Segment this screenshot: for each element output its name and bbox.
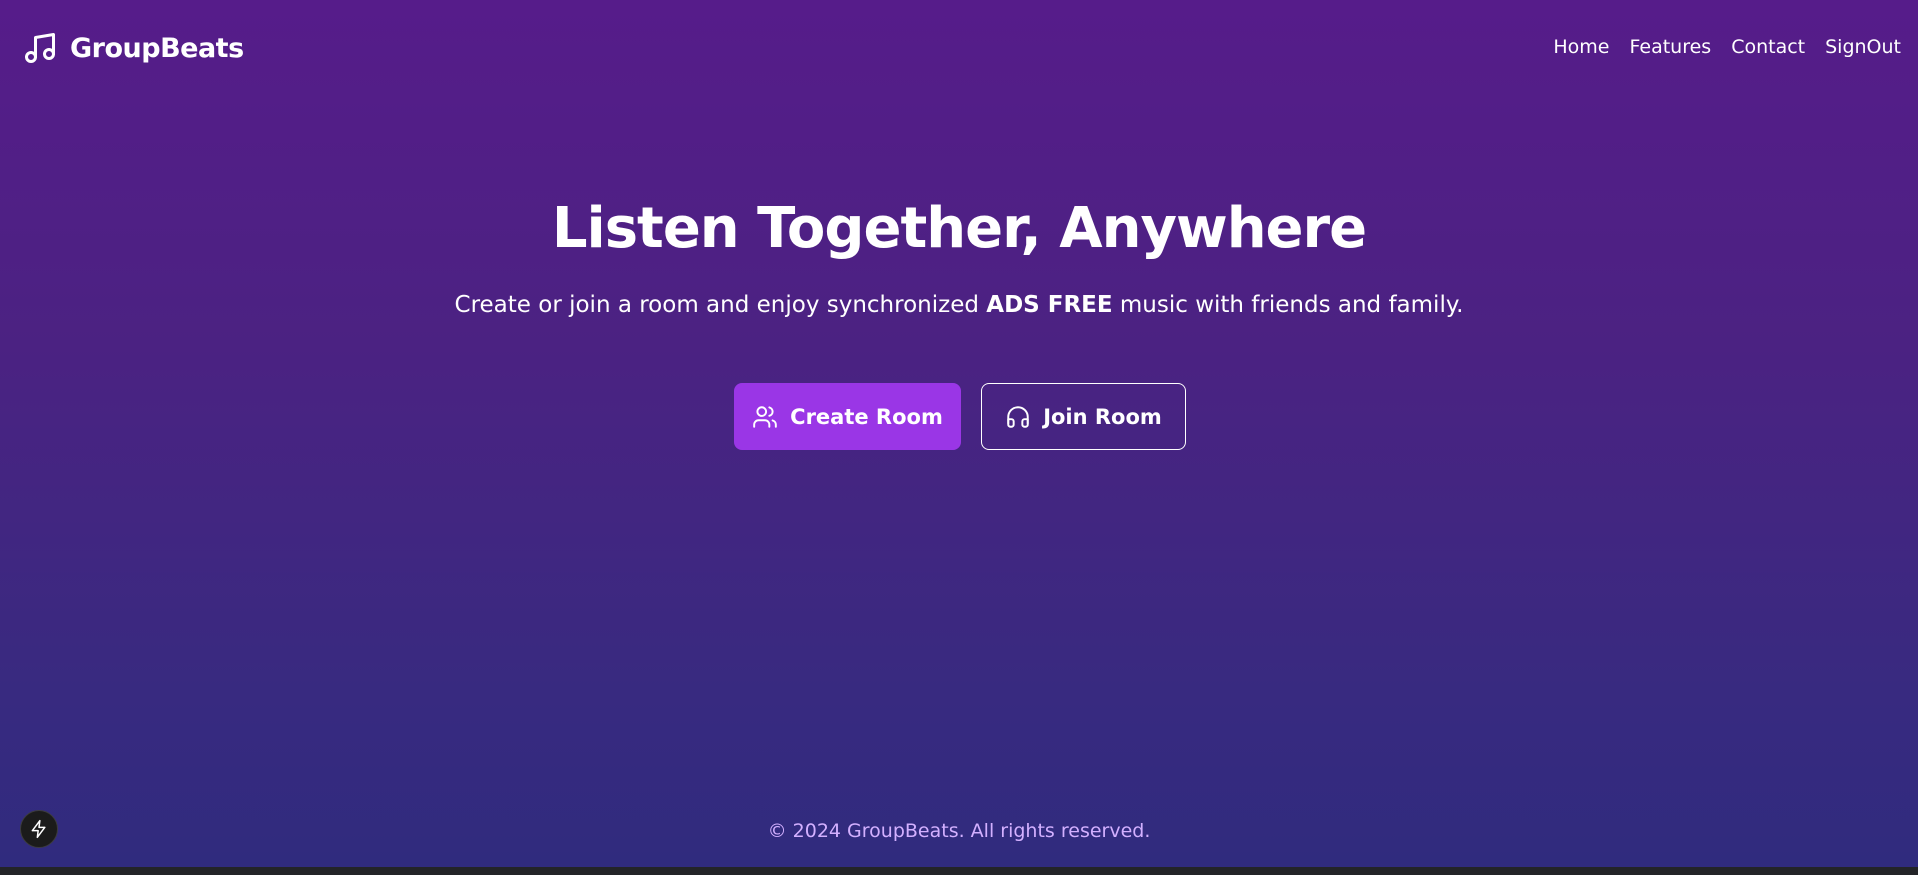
hero-subtitle: Create or join a room and enjoy synchron… bbox=[0, 292, 1918, 318]
brand-name: GroupBeats bbox=[70, 32, 244, 64]
landing-page: GroupBeats Home Features Contact SignOut… bbox=[0, 0, 1918, 867]
nav-link-signout[interactable]: SignOut bbox=[1825, 36, 1901, 58]
main-nav: Home Features Contact SignOut bbox=[1553, 36, 1901, 58]
hero-title: Listen Together, Anywhere bbox=[551, 196, 1367, 261]
nav-link-home[interactable]: Home bbox=[1553, 36, 1609, 58]
join-room-button[interactable]: Join Room bbox=[981, 383, 1186, 450]
join-room-label: Join Room bbox=[1043, 404, 1162, 429]
brand-logo-link[interactable]: GroupBeats bbox=[22, 30, 244, 66]
users-icon bbox=[753, 405, 777, 428]
music-note-icon bbox=[25, 33, 55, 63]
copyright-text: © 2024 GroupBeats. All rights reserved. bbox=[767, 820, 1151, 842]
hero-subtitle-end: music with friends and family. bbox=[1112, 292, 1464, 318]
site-footer: © 2024 GroupBeats. All rights reserved. bbox=[0, 820, 1918, 842]
nav-link-features[interactable]: Features bbox=[1629, 36, 1711, 58]
headphones-icon bbox=[1007, 405, 1029, 428]
site-header: GroupBeats Home Features Contact SignOut bbox=[0, 0, 1918, 98]
hero-subtitle-highlight: ADS FREE bbox=[986, 292, 1113, 318]
hero-subtitle-start: Create or join a room and enjoy synchron… bbox=[454, 292, 987, 318]
create-room-button[interactable]: Create Room bbox=[734, 383, 961, 450]
create-room-label: Create Room bbox=[790, 404, 943, 429]
nav-link-contact[interactable]: Contact bbox=[1731, 36, 1805, 58]
window-bottom-bar bbox=[0, 867, 1918, 875]
hero-actions: Create Room Join Room bbox=[734, 383, 1186, 450]
